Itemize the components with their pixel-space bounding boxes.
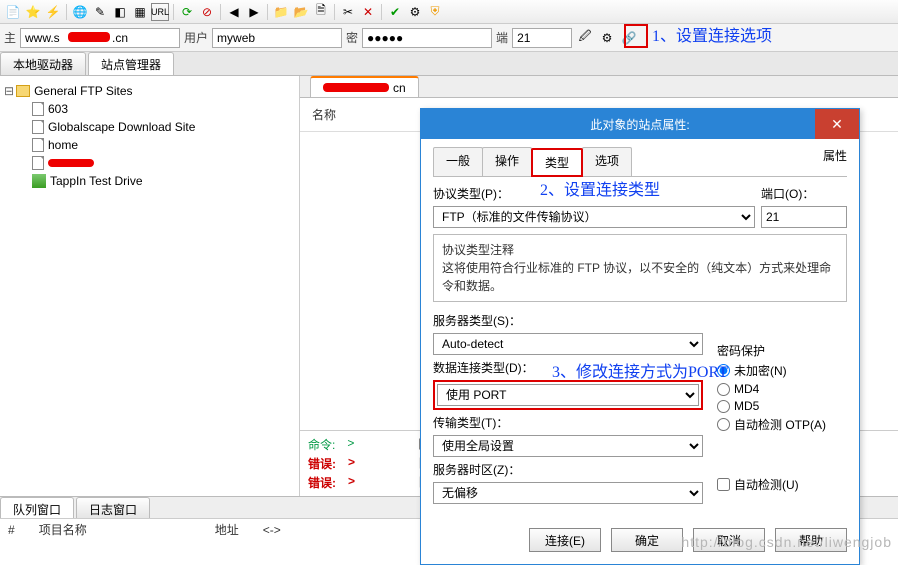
data-conn-label: 数据连接类型(D)：: [433, 361, 534, 375]
port-input[interactable]: [512, 28, 572, 48]
url-icon[interactable]: URL: [151, 3, 169, 21]
separator-icon: [381, 4, 382, 20]
col-itemname[interactable]: 项目名称: [39, 521, 87, 538]
box-icon[interactable]: ▦: [131, 3, 149, 21]
forward-icon[interactable]: ▶: [245, 3, 263, 21]
tree-item[interactable]: TappIn Test Drive: [4, 172, 295, 190]
tree-root[interactable]: ⊟ General FTP Sites: [4, 82, 295, 100]
check-icon[interactable]: ✔: [386, 3, 404, 21]
pass-label: 密: [346, 29, 358, 46]
file-icon: [32, 102, 44, 116]
pwd-opt-md5[interactable]: MD5: [717, 399, 847, 413]
wand-icon[interactable]: ✎: [91, 3, 109, 21]
col-dir[interactable]: <->: [263, 523, 281, 537]
dialog-title: 此对象的站点属性:: [590, 116, 689, 133]
folder-up-icon[interactable]: 📂: [292, 3, 310, 21]
tree-item[interactable]: Globalscape Download Site: [4, 118, 295, 136]
bolt-icon[interactable]: ⚡: [44, 3, 62, 21]
connection-bar: 主 .cn 用户 密 端 🖉 ⚙ 🔗: [0, 24, 898, 52]
gear-icon[interactable]: ⚙: [406, 3, 424, 21]
tree-item[interactable]: 603: [4, 100, 295, 118]
site-properties-dialog: 此对象的站点属性: ✕ 属性 一般 操作 类型 选项 协议类型(P)： 端口(O…: [420, 108, 860, 565]
pwd-protect-label: 密码保护: [717, 342, 847, 359]
port-label: 端: [496, 29, 508, 46]
transfer-type-label: 传输类型(T)：: [433, 416, 508, 430]
stop-icon[interactable]: ⊘: [198, 3, 216, 21]
connect-icon[interactable]: 🔗: [620, 29, 638, 47]
host-label: 主: [4, 29, 16, 46]
dialog-tabs: 一般 操作 类型 选项: [433, 147, 847, 177]
file-icon: [32, 120, 44, 134]
site-tree: ⊟ General FTP Sites 603 Globalscape Down…: [0, 76, 300, 496]
cube-icon[interactable]: ◧: [111, 3, 129, 21]
back-icon[interactable]: ◀: [225, 3, 243, 21]
close-button[interactable]: ✕: [815, 109, 859, 139]
tappin-icon: [32, 174, 46, 188]
tz-auto-check[interactable]: 自动检测(U): [717, 476, 847, 493]
ok-button[interactable]: 确定: [611, 528, 683, 552]
connect-button[interactable]: 连接(E): [529, 528, 601, 552]
separator-icon: [66, 4, 67, 20]
protocol-select[interactable]: FTP（标准的文件传输协议）: [433, 206, 755, 228]
star-icon[interactable]: ⭐: [24, 3, 42, 21]
col-num[interactable]: #: [8, 523, 15, 537]
pass-input[interactable]: [362, 28, 492, 48]
watermark: http://blog.csdn.net/liwengjob: [681, 534, 892, 550]
data-conn-select[interactable]: 使用 PORT: [437, 384, 699, 406]
wand2-icon[interactable]: 🖉: [576, 29, 594, 47]
tz-label: 服务器时区(Z)：: [433, 463, 520, 477]
dlg-tab-general[interactable]: 一般: [433, 147, 483, 176]
pwd-opt-none[interactable]: 未加密(N): [717, 362, 847, 379]
host-suffix: .cn: [112, 31, 128, 45]
separator-icon: [334, 4, 335, 20]
dlg-tab-type[interactable]: 类型: [531, 148, 583, 177]
cut-icon[interactable]: ✂: [339, 3, 357, 21]
dialog-title-bar[interactable]: 此对象的站点属性: ✕: [421, 109, 859, 139]
pwd-opt-auto[interactable]: 自动检测 OTP(A): [717, 416, 847, 433]
server-type-label: 服务器类型(S)：: [433, 314, 521, 328]
col-attr: 属性: [823, 147, 847, 164]
new-icon[interactable]: 📄: [4, 3, 22, 21]
main-toolbar: 📄 ⭐ ⚡ 🌐 ✎ ◧ ▦ URL ⟳ ⊘ ◀ ▶ 📁 📂 🗎 ✂ ✕ ✔ ⚙ …: [0, 0, 898, 24]
separator-icon: [173, 4, 174, 20]
user-label: 用户: [184, 29, 208, 46]
separator-icon: [267, 4, 268, 20]
file-icon: [32, 138, 44, 152]
protocol-note: 协议类型注释 这将使用符合行业标准的 FTP 协议，以不安全的（纯文本）方式来处…: [433, 234, 847, 302]
globe-icon[interactable]: 🌐: [71, 3, 89, 21]
server-type-select[interactable]: Auto-detect: [433, 333, 703, 355]
delete-icon[interactable]: ✕: [359, 3, 377, 21]
dlg-port-input[interactable]: [761, 206, 847, 228]
pwd-opt-md4[interactable]: MD4: [717, 382, 847, 396]
folder-icon[interactable]: 📁: [272, 3, 290, 21]
dlg-tab-options[interactable]: 选项: [582, 147, 632, 176]
tree-item[interactable]: [4, 154, 295, 172]
tree-item[interactable]: home: [4, 136, 295, 154]
tab-log[interactable]: 日志窗口: [76, 497, 150, 518]
separator-icon: [220, 4, 221, 20]
tab-local-drives[interactable]: 本地驱动器: [0, 52, 86, 75]
refresh-icon[interactable]: ⟳: [178, 3, 196, 21]
transfer-type-select[interactable]: 使用全局设置: [433, 435, 703, 457]
tz-select[interactable]: 无偏移: [433, 482, 703, 504]
folder-open-icon: [16, 85, 30, 97]
protocol-label: 协议类型(P)：: [433, 187, 509, 201]
col-name[interactable]: 名称: [312, 108, 336, 122]
user-input[interactable]: [212, 28, 342, 48]
tab-remote-site[interactable]: cn: [310, 76, 419, 97]
col-addr[interactable]: 地址: [215, 521, 239, 538]
dlg-tab-action[interactable]: 操作: [482, 147, 532, 176]
file-icon: [32, 156, 44, 170]
tab-queue[interactable]: 队列窗口: [0, 497, 74, 518]
doc-icon[interactable]: 🗎: [312, 3, 330, 21]
dlg-port-label: 端口(O)：: [761, 187, 814, 201]
left-tabs-row: 本地驱动器 站点管理器: [0, 52, 898, 76]
tab-site-manager[interactable]: 站点管理器: [88, 52, 174, 75]
settings-icon[interactable]: ⚙: [598, 29, 616, 47]
shield-icon[interactable]: ⛨: [426, 3, 444, 21]
